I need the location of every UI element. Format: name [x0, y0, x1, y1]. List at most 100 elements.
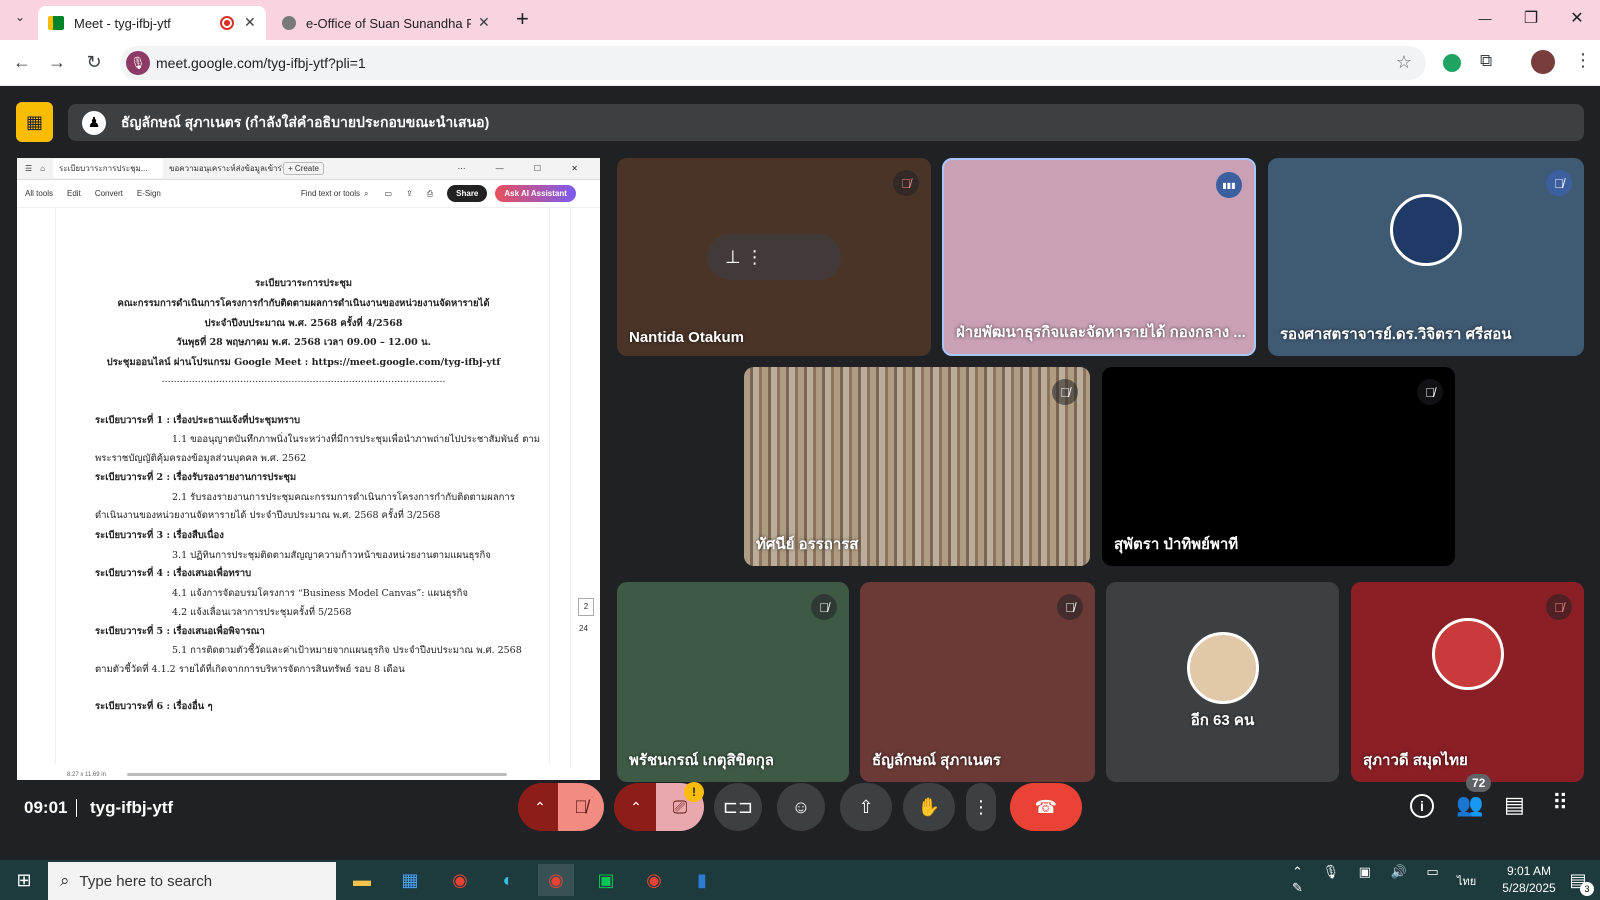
meeting-code: tyg-ifbj-ytf	[90, 798, 174, 817]
forward-icon[interactable]: →	[45, 52, 69, 73]
chrome-profile-icon[interactable]: ◉	[538, 864, 574, 896]
close-window-button[interactable]: ✕	[1554, 8, 1600, 28]
leave-call-button[interactable]: ☎	[1010, 783, 1082, 831]
audio-options-button[interactable]: ⌃	[518, 783, 562, 831]
meet-favicon-icon	[48, 16, 64, 30]
tab-title: e-Office of Suan Sunandha Raja	[306, 15, 471, 31]
tab-e-office[interactable]: e-Office of Suan Sunandha Raja ✕	[272, 6, 500, 40]
meeting-info-icon[interactable]: i	[1410, 794, 1434, 818]
file-explorer-icon[interactable]: ▬	[344, 864, 380, 896]
participant-name: ฝ่ายพัฒนาธุรกิจและจัดหารายได้ กองกลาง ..…	[956, 324, 1246, 341]
warning-badge: !	[684, 782, 704, 802]
participant-tile[interactable]: 🎙̸ สุภาวดี สมุดไทย	[1351, 582, 1584, 782]
chat-icon[interactable]: ▤	[1504, 792, 1525, 818]
line-app-icon[interactable]: ▣	[588, 864, 624, 896]
address-bar[interactable]: 🎙 meet.google.com/tyg-ifbj-ytf?pli=1 ☆	[120, 46, 1426, 80]
participant-avatar	[1431, 618, 1504, 690]
mic-off-icon: 🎙̸	[1052, 379, 1078, 405]
participant-name: ธัญลักษณ์ สุภาเนตร	[872, 752, 1001, 769]
pin-options-overlay[interactable]: ⊥ ⋮	[707, 234, 841, 280]
url-text[interactable]: meet.google.com/tyg-ifbj-ytf?pli=1	[156, 55, 366, 71]
participant-avatar	[1390, 194, 1462, 266]
window-controls: ⋯ — ☐ ✕	[457, 164, 592, 173]
word-icon[interactable]: ▮	[684, 864, 720, 896]
document-line: 2.1 รับรองรายงานการประชุมคณะกรรมการดำเนิ…	[172, 492, 515, 503]
mic-off-icon: 🎙̸	[893, 170, 919, 196]
document-line: พระราชบัญญัติคุ้มครองข้อมูลส่วนบุคคล พ.ศ…	[95, 453, 307, 464]
participant-name: สุพัตรา ป่าทิพย์พาที	[1114, 536, 1239, 553]
close-tab-icon[interactable]: ✕	[244, 14, 256, 31]
chrome-icon[interactable]: ◉	[636, 864, 672, 896]
clock-time[interactable]: 9:01 AM	[1494, 864, 1564, 878]
emoji-reaction-button[interactable]: ☺	[777, 783, 825, 831]
document-line: ระเบียบวาระที่ 3 : เรื่องสืบเนื่อง	[95, 530, 224, 541]
document-line: ระเบียบวาระที่ 1 : เรื่องประธานแจ้งที่ปร…	[95, 415, 301, 426]
shared-screen[interactable]: ☰ ⌂ ระเบียบวาระการประชุม... ขอความอนุเคร…	[17, 158, 600, 780]
clock-date[interactable]: 5/28/2025	[1488, 881, 1570, 895]
participant-tile[interactable]: 🎙̸ ทัศนีย์ อรรถารส	[744, 367, 1090, 566]
create-tab: + Create	[283, 162, 324, 175]
edge-icon[interactable]: ◐	[490, 864, 526, 896]
participant-name: สุภาวดี สมุดไทย	[1363, 752, 1468, 769]
participant-tile[interactable]: 🎙̸ ธัญลักษณ์ สุภาเนตร	[860, 582, 1095, 782]
system-tray-icons[interactable]: ⌃ 🎙 ▣ 🔊 ▭ ✎	[1292, 864, 1452, 896]
meeting-time: 09:01	[24, 798, 68, 817]
pdf-document: ระเบียบวาระการประชุม คณะกรรมการดำเนินการโ…	[55, 208, 550, 764]
participant-tile[interactable]: อีก 63 คน	[1106, 582, 1339, 782]
participant-tile[interactable]: ▮▮▮ ฝ่ายพัฒนาธุรกิจและจัดหารายได้ กองกลาง…	[942, 158, 1256, 356]
back-icon[interactable]: ←	[10, 52, 34, 73]
video-options-button[interactable]: ⌃	[614, 783, 658, 831]
participant-tile[interactable]: 🎙̸ รองศาสตราจารย์.ดร.วิจิตรา ศรีสอน	[1268, 158, 1584, 356]
extensions-puzzle-icon[interactable]: ⧉	[1480, 51, 1492, 71]
present-screen-button[interactable]: ⇧	[840, 783, 892, 831]
participant-tile[interactable]: ⊥ ⋮ 🎙̸ Nantida Otakum	[617, 158, 931, 356]
meeting-controls: 09:01 tyg-ifbj-ytf ⌃ 🎙̸ ⌃ ⎚ ! ⊏⊐ ☺ ⇧ ✋ ⋮…	[0, 774, 1600, 860]
mic-off-icon: 🎙̸	[811, 594, 837, 620]
mic-site-icon[interactable]: 🎙	[126, 51, 150, 75]
presenter-banner: ♟ ธัญลักษณ์ สุภาเนตร (กำลังใส่คำอธิบายปร…	[68, 104, 1584, 141]
extension-green-icon[interactable]	[1443, 54, 1461, 72]
share-button: Share	[447, 185, 488, 202]
document-line: ประจำปีงบประมาณ พ.ศ. 2568 ครั้งที่ 4/256…	[204, 318, 403, 329]
tab-search-dropdown-icon[interactable]: ⌄	[10, 10, 30, 30]
presenter-text: ธัญลักษณ์ สุภาเนตร (กำลังใส่คำอธิบายประก…	[121, 113, 490, 130]
reload-icon[interactable]: ↻	[82, 52, 106, 73]
participant-name: อีก 63 คน	[1190, 712, 1255, 729]
store-icon[interactable]: ▦	[392, 864, 428, 896]
document-line: ประชุมออนไลน์ ผ่านโปรแกรม Google Meet : …	[106, 357, 501, 368]
restore-button[interactable]: ❐	[1508, 8, 1554, 28]
close-tab-icon[interactable]: ✕	[478, 14, 490, 31]
participant-tile[interactable]: 🎙̸ สุพัตรา ป่าทิพย์พาที	[1102, 367, 1455, 566]
participant-tile[interactable]: 🎙̸ พรัชนกรณ์ เกตุสิขิตกุล	[617, 582, 849, 782]
participant-count-badge: 72	[1466, 774, 1492, 792]
participant-name: รองศาสตราจารย์.ดร.วิจิตรา ศรีสอน	[1280, 326, 1512, 343]
search-placeholder: Type here to search	[79, 872, 213, 890]
pdf-window-titlebar: ☰ ⌂ ระเบียบวาระการประชุม... ขอความอนุเคร…	[17, 158, 600, 180]
windows-start-icon[interactable]: ⊞	[6, 864, 42, 896]
menu-all-tools: All tools	[25, 189, 54, 198]
profile-avatar[interactable]	[1531, 50, 1555, 74]
participant-name: พรัชนกรณ์ เกตุสิขิตกุล	[629, 752, 774, 769]
globe-icon	[282, 16, 296, 30]
raise-hand-button[interactable]: ✋	[903, 783, 955, 831]
tab-meet[interactable]: Meet - tyg-ifbj-ytf ✕	[38, 6, 266, 40]
chrome-icon[interactable]: ◉	[442, 864, 478, 896]
taskbar-search[interactable]: ⌕ Type here to search	[48, 862, 336, 900]
new-tab-button[interactable]: +	[516, 6, 529, 32]
captions-button[interactable]: ⊏⊐	[714, 783, 762, 831]
browser-toolbar: ← → ↻ 🎙 meet.google.com/tyg-ifbj-ytf?pli…	[0, 40, 1600, 86]
minimize-button[interactable]: —	[1462, 11, 1508, 26]
mic-off-button[interactable]: 🎙̸	[558, 783, 604, 831]
document-line: 3.1 ปฏิทินการประชุมติดตามสัญญาความก้าวหน…	[172, 550, 491, 561]
bookmark-star-icon[interactable]: ☆	[1396, 52, 1412, 73]
more-options-button[interactable]: ⋮	[966, 783, 996, 831]
menu-convert: Convert	[94, 189, 123, 198]
browser-tab-bar: ⌄ Meet - tyg-ifbj-ytf ✕ e-Office of Suan…	[0, 0, 1600, 40]
language-indicator[interactable]: ไทย	[1457, 872, 1476, 890]
activities-icon[interactable]: ⠿	[1552, 790, 1568, 816]
people-icon[interactable]: 👥	[1456, 792, 1483, 818]
browser-menu-icon[interactable]: ⋮	[1574, 50, 1592, 71]
document-line: 4.1 แจ้งการจัดอบรมโครงการ “Business Mode…	[172, 588, 468, 599]
document-line: ระเบียบวาระที่ 4 : เรื่องเสนอเพื่อทราบ	[95, 568, 252, 579]
participant-avatar	[1186, 632, 1259, 704]
